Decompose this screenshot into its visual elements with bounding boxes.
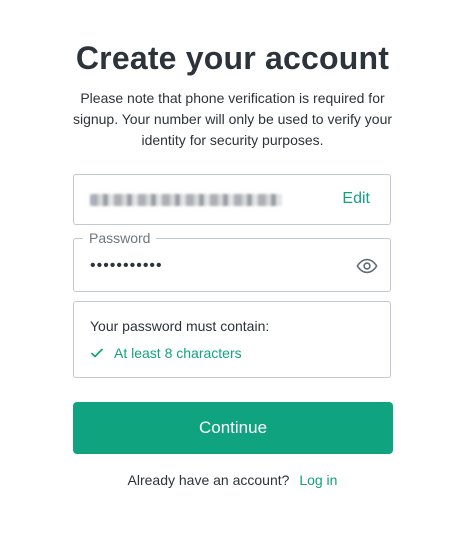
login-prompt: Already have an account? Log in [0, 472, 465, 488]
login-prompt-text: Already have an account? [127, 472, 290, 488]
requirement-label: At least 8 characters [114, 345, 242, 361]
page-title: Create your account [75, 40, 390, 76]
requirement-item: At least 8 characters [90, 345, 242, 361]
check-icon [91, 348, 103, 358]
page-subtitle: Please note that phone verification is r… [72, 90, 393, 148]
continue-button[interactable]: Continue [73, 402, 393, 454]
email-field[interactable]: Edit [73, 174, 391, 225]
login-link[interactable]: Log in [299, 472, 337, 488]
requirements-title: Your password must contain: [90, 318, 270, 334]
eye-icon[interactable] [356, 255, 378, 277]
password-input[interactable] [88, 254, 352, 278]
redacted-email [90, 194, 282, 206]
edit-email-link[interactable]: Edit [342, 190, 370, 208]
password-requirements: Your password must contain: At least 8 c… [73, 301, 391, 378]
password-field[interactable]: Password [73, 230, 391, 292]
signup-page: Create your account Please note that pho… [0, 0, 465, 536]
password-label: Password [83, 230, 157, 246]
